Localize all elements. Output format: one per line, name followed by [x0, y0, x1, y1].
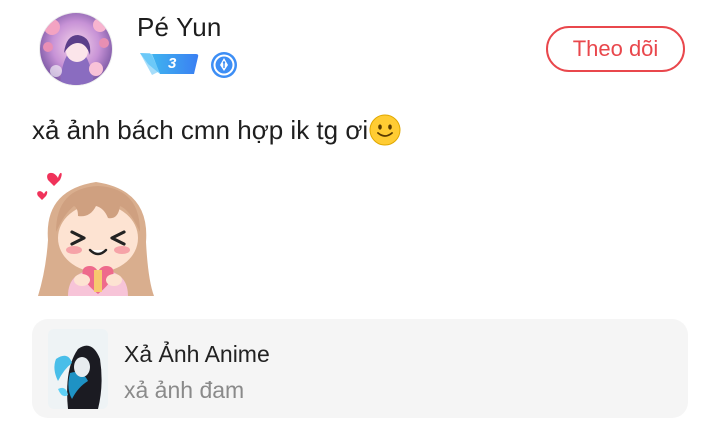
- topic-title: Xả Ảnh Anime: [124, 341, 270, 367]
- avatar[interactable]: [40, 13, 112, 85]
- slightly-smiling-face-icon: [369, 114, 401, 146]
- post-text-content: xả ảnh bách cmn hợp ik tg ơi: [32, 114, 369, 145]
- happy-girl-heart-sticker[interactable]: [34, 170, 158, 296]
- topic-subtitle: xả ảnh đam: [124, 377, 245, 403]
- follow-button[interactable]: Theo dõi: [546, 26, 685, 72]
- topic-card[interactable]: Xả Ảnh Anime xả ảnh đam: [32, 319, 688, 418]
- pen-nib-badge-icon: [211, 52, 237, 78]
- level-number: 3: [168, 55, 177, 72]
- author-name[interactable]: Pé Yun: [137, 12, 222, 43]
- post-text: xả ảnh bách cmn hợp ik tg ơi: [32, 114, 401, 146]
- anime-character-thumbnail: [48, 329, 108, 409]
